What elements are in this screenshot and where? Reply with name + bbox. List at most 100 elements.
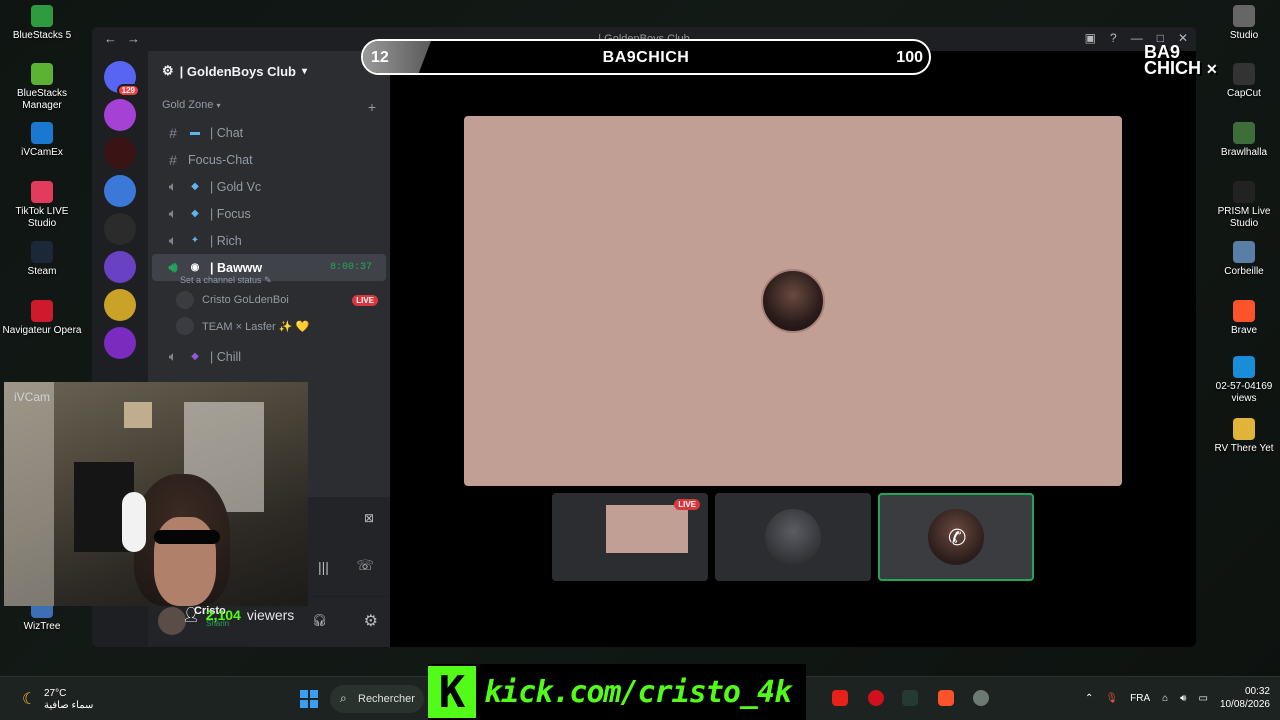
minimize-icon[interactable]: — [1131, 31, 1143, 45]
app-icon [31, 63, 53, 85]
app-icon [1233, 356, 1255, 378]
server-icon[interactable] [104, 175, 136, 207]
desktop-icon[interactable]: Brawlhalla [1204, 122, 1280, 159]
inbox-icon[interactable]: ▣ [1085, 31, 1096, 45]
desktop-icon[interactable]: RV There Yet [1204, 418, 1280, 455]
desktop-icon-label: Studio [1229, 30, 1259, 41]
speaker-icon: 🔈︎ [168, 178, 178, 194]
desktop-icon[interactable]: Steam [2, 241, 82, 278]
server-icon[interactable] [104, 213, 136, 245]
channel-item[interactable]: # ▬ | Chat [152, 119, 386, 146]
channel-name: | Focus [210, 206, 251, 221]
kick-url: kick.com/cristo_4k [484, 674, 792, 710]
desktop-icon-label: CapCut [1227, 88, 1261, 99]
desktop-icon[interactable]: Corbeille [1204, 241, 1280, 278]
desktop-icon[interactable]: BlueStacks 5 [2, 5, 82, 42]
logo-text: BA9 CHICH [1144, 42, 1201, 78]
taskbar-search[interactable]: ⌕ Rechercher [330, 685, 424, 713]
channel-emoji-icon: ◆ [191, 208, 199, 219]
help-icon[interactable]: ? [1110, 31, 1117, 45]
desktop-icon[interactable]: Studio [1204, 5, 1280, 42]
channel-item[interactable]: 🔈︎ ✦ | Rich [152, 227, 386, 254]
desktop-icon-label: Steam [27, 266, 57, 277]
app-icon [1233, 300, 1255, 322]
app-icon [1233, 5, 1255, 27]
app-icon [1233, 63, 1255, 85]
weather-widget[interactable]: 27°C سماء صافية [44, 688, 93, 712]
hashtag-icon: # [169, 151, 177, 168]
channel-category[interactable]: Gold Zone ▾ + [148, 91, 390, 119]
chevron-up-icon[interactable]: ⌃ [1085, 693, 1093, 704]
add-channel-icon[interactable]: + [368, 99, 376, 115]
server-icon[interactable] [104, 99, 136, 131]
channel-name: Focus-Chat [188, 152, 253, 167]
desktop-icon-label: BlueStacks 5 [12, 30, 72, 41]
avatar [176, 317, 194, 335]
volume-icon[interactable]: 🔊︎ [1180, 693, 1186, 704]
stream-thumbnail[interactable]: LIVE [552, 493, 708, 581]
language-indicator[interactable]: FRA [1130, 693, 1150, 704]
youtube-icon[interactable] [832, 690, 848, 706]
participant-avatar [761, 269, 825, 333]
voice-user[interactable]: TEAM × Lasfer ✨ 💛 [148, 313, 390, 339]
desktop-icon[interactable]: iVCamEx [2, 122, 82, 159]
app-icon [31, 122, 53, 144]
server-icon[interactable] [104, 327, 136, 359]
app-icon [31, 300, 53, 322]
chrome-icon[interactable] [973, 690, 989, 706]
channel-item[interactable]: 🔈︎ ◆ | Gold Vc [152, 173, 386, 200]
server-icon[interactable] [104, 137, 136, 169]
gear-icon[interactable]: ⚙ [162, 63, 174, 79]
channel-item[interactable]: 🔈︎ ◆ | Focus [152, 200, 386, 227]
app-red-icon[interactable] [868, 690, 884, 706]
clock[interactable]: 00:32 10/08/2026 [1220, 685, 1270, 711]
channel-emoji-icon: ◉ [190, 262, 200, 273]
app-icon [1233, 181, 1255, 203]
main-video-tile[interactable] [464, 116, 1122, 486]
participant-thumbnail-selected[interactable]: ✆ [878, 493, 1034, 581]
voice-user[interactable]: Cristo GoLdenBoi LIVE [148, 287, 390, 313]
hashtag-icon: # [169, 124, 177, 141]
server-icon[interactable] [104, 251, 136, 283]
clock-date: 10/08/2026 [1219, 699, 1270, 710]
chevron-down-icon: ▾ [216, 101, 221, 110]
guild-header[interactable]: ⚙ | GoldenBoys Club ▾ [148, 51, 390, 91]
desktop-icon[interactable]: TikTok LIVE Studio [2, 181, 82, 230]
windows-start-icon[interactable] [300, 690, 318, 708]
desktop-icon[interactable]: BlueStacks Manager [2, 63, 82, 112]
close-icon[interactable]: ⊠ [364, 511, 374, 525]
disconnect-icon[interactable]: ☏ [356, 557, 374, 574]
network-icon[interactable]: ⌂ [1162, 693, 1168, 704]
channel-status[interactable]: Set a channel status ✎ [148, 275, 390, 287]
search-icon: ⌕ [340, 691, 347, 705]
server-icon[interactable] [104, 289, 136, 321]
headset-icon[interactable]: 🎧︎ [312, 613, 327, 627]
desktop-icon[interactable]: Navigateur Opera [2, 300, 82, 337]
terminal-icon[interactable] [902, 690, 918, 706]
server-icon[interactable]: 129 [104, 61, 140, 97]
soundboard-icon[interactable]: ||| [318, 559, 329, 575]
app-icon [31, 5, 53, 27]
desktop-icon[interactable]: 02-57-04169 views [1204, 356, 1280, 405]
desktop-icon[interactable]: PRISM Live Studio [1204, 181, 1280, 230]
channel-timer: 8:00:37 [329, 262, 372, 273]
viewer-label: viewers [246, 606, 295, 623]
brave-icon[interactable] [938, 690, 954, 706]
settings-icon[interactable]: ⚙ [364, 611, 378, 631]
channel-chill[interactable]: 🔈︎ ◆ | Chill [152, 343, 386, 370]
microphone-icon[interactable]: 🎙︎ [1105, 693, 1118, 704]
weather-icon: ☾ [22, 691, 37, 708]
weather-desc: سماء صافية [44, 700, 94, 711]
viewers-icon: 👤︎ [182, 606, 200, 622]
battery-icon[interactable]: ▭ [1198, 693, 1207, 704]
channel-item[interactable]: # Focus-Chat [152, 146, 386, 173]
desktop-icon[interactable]: Brave [1204, 300, 1280, 337]
stream-preview [606, 505, 688, 553]
guild-name: | GoldenBoys Club [179, 63, 296, 79]
participant-thumbnail[interactable] [715, 493, 871, 581]
weather-temp: 27°C [44, 688, 67, 699]
score-overlay: 12 BA9CHICH 100 [361, 39, 931, 75]
participant-avatar [765, 509, 821, 565]
desktop-icon-label: RV There Yet [1214, 443, 1274, 454]
speaker-icon: 🔈︎ [168, 232, 178, 248]
